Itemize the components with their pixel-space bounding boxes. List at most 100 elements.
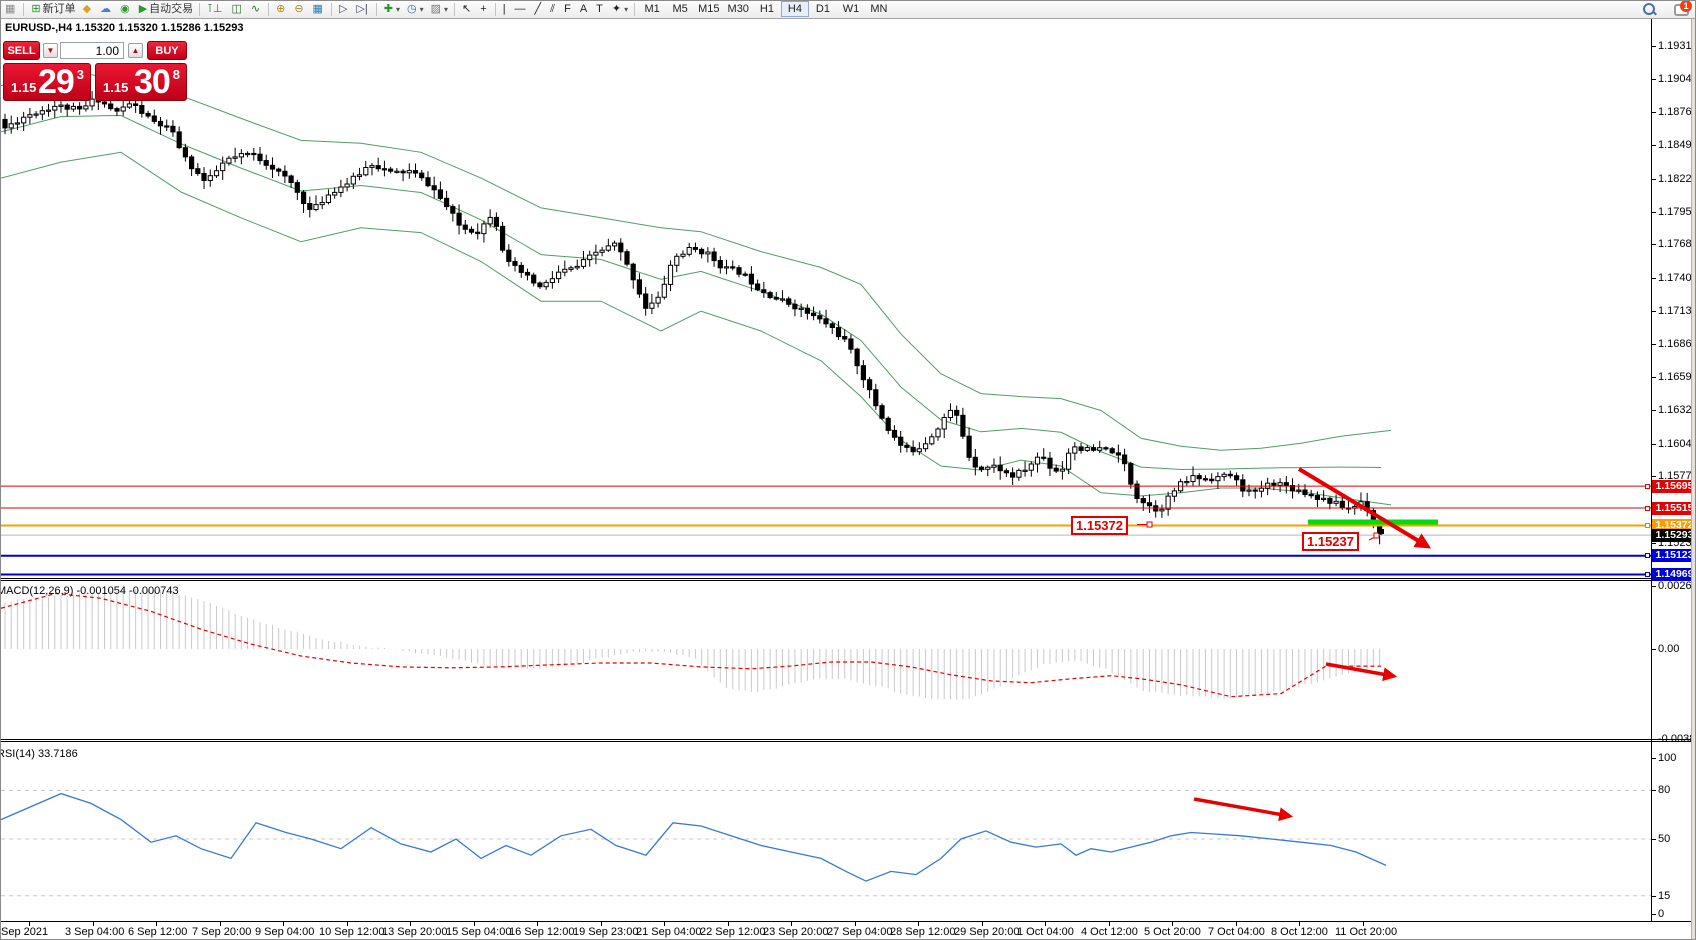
volume-increase-button[interactable]: ▲ (128, 43, 143, 58)
autotrading-button[interactable]: ▶自动交易 (136, 2, 196, 17)
arrows-button[interactable]: ✦▾ (609, 2, 631, 17)
date-label: 7 Oct 04:00 (1208, 926, 1265, 938)
price-tick (1651, 79, 1656, 80)
price-axis-line[interactable] (1651, 18, 1652, 921)
new-order-button[interactable]: ⊞新订单 (28, 2, 78, 17)
rsi-tick (1651, 914, 1656, 915)
timeframe-button-m1[interactable]: M1 (638, 1, 666, 17)
zoom-in-button[interactable]: ⊕ (273, 2, 290, 17)
horizontal-line-glyph: — (515, 3, 526, 15)
sell-button[interactable]: SELL (3, 41, 40, 60)
rsi-tick-label: 100 (1658, 752, 1676, 764)
date-label: 19 Sep 23:00 (573, 926, 638, 938)
broadcast-icon-glyph: ◉ (120, 3, 130, 15)
date-tick (156, 922, 157, 926)
cursor-button[interactable]: ↖ (459, 2, 476, 17)
tile-windows-button[interactable]: ▦ (310, 2, 328, 17)
date-tick (537, 922, 538, 926)
buy-quote-button[interactable]: 1.15 30 8 (95, 63, 187, 101)
timeframe-button-h4[interactable]: H4 (781, 1, 809, 17)
line-endpoint-marker[interactable] (1645, 523, 1650, 528)
date-tick (220, 922, 221, 926)
vertical-line-button[interactable]: | (500, 2, 511, 17)
price-level-label: 1.15515 (1652, 502, 1696, 515)
search-icon[interactable] (1642, 2, 1656, 16)
autotrading-glyph: ▶ (139, 3, 147, 15)
timeframe-button-m15[interactable]: M15 (694, 1, 723, 17)
sell-price-big: 29 (38, 63, 74, 102)
volume-input[interactable] (60, 42, 124, 59)
date-label: 22 Sep 12:00 (700, 926, 765, 938)
candlestick-chart-button[interactable]: ◫ (228, 2, 246, 17)
cloud-icon[interactable]: ☁ (97, 2, 116, 17)
text-button[interactable]: A (577, 2, 592, 17)
date-label: 29 Sep 20:00 (954, 926, 1019, 938)
buy-button[interactable]: BUY (147, 41, 187, 60)
auto-scroll-button[interactable]: ▷ (336, 2, 352, 17)
auto-scroll-glyph: ▷ (339, 3, 347, 15)
stamp-icon[interactable]: ◆ (80, 2, 96, 17)
arrows-glyph: ✦ (612, 3, 621, 15)
one-click-trading-panel: SELL ▼ ▲ BUY 1.15 29 3 1.15 30 8 (3, 41, 187, 61)
price-tick (1651, 377, 1656, 378)
broadcast-icon[interactable]: ◉ (117, 2, 135, 17)
main-toolbar: ▦⊞新订单◆☁◉▶自动交易⊺⊥◫∿⊕⊖▦▷▷|✚▾◷▾▨▾↖+|—╱⫽FAT✦▾… (1, 1, 1696, 19)
text-label-glyph: T (596, 3, 603, 15)
text-label-button[interactable]: T (593, 2, 608, 17)
chart-shift-button[interactable]: ▷| (353, 2, 372, 17)
fibonacci-glyph: F (564, 3, 571, 15)
timeframe-button-h1[interactable]: H1 (753, 1, 781, 17)
equidistant-channel-button[interactable]: ⫽ (547, 2, 560, 17)
rsi-tick (1651, 758, 1656, 759)
chart-fragment-icon[interactable]: ▦ (2, 2, 20, 17)
candlestick-chart-glyph: ◫ (231, 3, 241, 15)
rsi-panel (1, 790, 1651, 895)
indicators-button[interactable]: ✚▾ (381, 2, 403, 17)
date-tick (1172, 922, 1173, 926)
notifications-icon[interactable]: 1 (1674, 2, 1689, 14)
price-annotation-15237[interactable]: 1.15237 (1302, 532, 1359, 551)
price-panel (1, 71, 1651, 575)
price-annotation-15372[interactable]: 1.15372 (1071, 516, 1128, 535)
horizontal-line-button[interactable]: — (512, 2, 531, 17)
line-endpoint-marker[interactable] (1645, 553, 1650, 558)
line-endpoint-marker[interactable] (1645, 484, 1650, 489)
date-tick (93, 922, 94, 926)
panel-separator[interactable] (1, 578, 1696, 579)
toolbar-separator (199, 3, 200, 16)
price-tick (1651, 311, 1656, 312)
periods-button[interactable]: ◷▾ (404, 2, 427, 17)
timeframe-button-m30[interactable]: M30 (724, 1, 753, 17)
date-label: 15 Sep 04:00 (446, 926, 511, 938)
volume-decrease-button[interactable]: ▼ (43, 43, 58, 58)
date-axis-line (1, 921, 1696, 922)
timeframe-button-mn[interactable]: MN (865, 1, 893, 17)
trendline-button[interactable]: ╱ (532, 2, 547, 17)
line-chart-button[interactable]: ∿ (248, 2, 265, 17)
dropdown-arrow-icon: ▾ (444, 5, 448, 14)
templates-button[interactable]: ▨▾ (428, 2, 451, 17)
macd-tick-label: 0.00 (1658, 643, 1679, 655)
line-endpoint-marker[interactable] (1645, 572, 1650, 577)
timeframe-button-d1[interactable]: D1 (809, 1, 837, 17)
trade-controls-row: SELL ▼ ▲ BUY (3, 41, 187, 61)
timeframe-button-w1[interactable]: W1 (837, 1, 865, 17)
date-label: Sep 2021 (1, 926, 48, 938)
dropdown-arrow-icon: ▾ (420, 5, 424, 14)
fibonacci-button[interactable]: F (561, 2, 576, 17)
zoom-out-button[interactable]: ⊖ (291, 2, 308, 17)
crosshair-button[interactable]: + (477, 2, 491, 17)
rsi-tick-label: 80 (1658, 784, 1670, 796)
bar-chart-button[interactable]: ⊺⊥ (204, 2, 227, 17)
line-endpoint-marker[interactable] (1645, 506, 1650, 511)
price-level-label: 1.14969 (1652, 568, 1696, 581)
stamp-icon-glyph: ◆ (83, 3, 91, 15)
sell-quote-button[interactable]: 1.15 29 3 (3, 63, 91, 101)
vertical-line-glyph: | (503, 3, 506, 15)
timeframe-button-m5[interactable]: M5 (666, 1, 694, 17)
date-label: 9 Sep 04:00 (255, 926, 314, 938)
notification-badge: 1 (1680, 0, 1692, 12)
indicators-glyph: ✚ (384, 3, 393, 15)
panel-separator[interactable] (1, 739, 1696, 740)
toolbar-items: ▦⊞新订单◆☁◉▶自动交易⊺⊥◫∿⊕⊖▦▷▷|✚▾◷▾▨▾↖+|—╱⫽FAT✦▾… (1, 1, 893, 18)
